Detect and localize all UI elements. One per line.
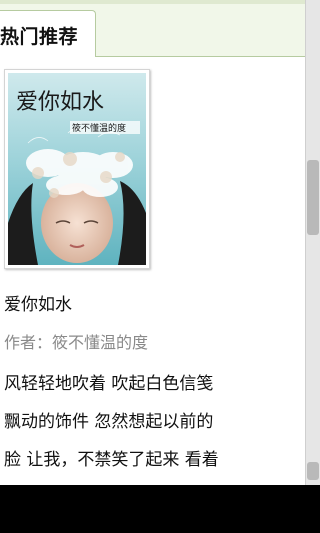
book-description: 风轻轻地吹着 吹起白色信笺 飘动的饰件 忽然想起以前的 脸 让我，不禁笑了起来 … xyxy=(4,365,300,479)
app-area: 热门推荐 爱你如水 筱不懂温的度 爱你如水 作者：筱不懂温的度 风轻轻地吹着 吹… xyxy=(0,0,320,485)
cover-subtitle-text: 筱不懂温的度 xyxy=(72,122,126,134)
vertical-scrollbar[interactable] xyxy=(305,0,320,485)
book-cover[interactable]: 爱你如水 筱不懂温的度 xyxy=(4,69,150,269)
book-author: 作者：筱不懂温的度 xyxy=(4,333,149,352)
tab-bar-top-edge xyxy=(0,0,320,4)
screen: 热门推荐 爱你如水 筱不懂温的度 爱你如水 作者：筱不懂温的度 风轻轻地吹着 吹… xyxy=(0,0,320,533)
description-line: 脸 让我，不禁笑了起来 看着 xyxy=(4,450,219,470)
scrollbar-thumb-lower[interactable] xyxy=(307,462,319,480)
description-line: 飘动的饰件 忽然想起以前的 xyxy=(4,412,214,432)
system-bottom-bar xyxy=(0,485,320,533)
tab-bar: 热门推荐 xyxy=(0,0,320,60)
book-title[interactable]: 爱你如水 xyxy=(4,290,72,315)
cover-title-text: 爱你如水 xyxy=(16,90,104,115)
book-cover-image: 爱你如水 筱不懂温的度 xyxy=(8,73,146,265)
book-detail-content: 爱你如水 筱不懂温的度 爱你如水 作者：筱不懂温的度 风轻轻地吹着 吹起白色信笺… xyxy=(0,57,305,485)
scrollbar-thumb[interactable] xyxy=(307,160,319,235)
description-line: 风轻轻地吹着 吹起白色信笺 xyxy=(4,374,214,394)
tab-hot-recommend-label[interactable]: 热门推荐 xyxy=(0,22,78,49)
